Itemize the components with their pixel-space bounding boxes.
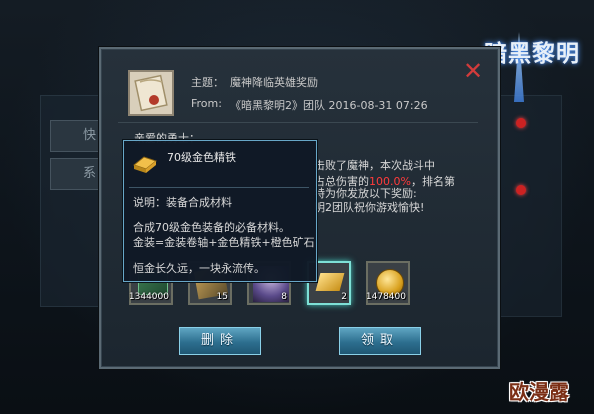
- reward-count: 1478400: [365, 292, 406, 302]
- reward-count: 8: [281, 292, 287, 302]
- subject-label: 主题：: [191, 76, 224, 89]
- reward-count: 15: [216, 292, 228, 302]
- tooltip-line: 合成70级金色装备的必备材料。: [133, 221, 290, 234]
- from-label: From:: [191, 97, 222, 110]
- mail-body-line: 击败了魔神，本次战斗中: [314, 159, 435, 172]
- notification-dot: [516, 185, 526, 195]
- reward-count: 1344000: [128, 292, 169, 302]
- mail-body-line: 明2团队祝你游戏愉快!: [314, 201, 425, 214]
- reward-item[interactable]: 1478400: [366, 261, 410, 305]
- close-icon[interactable]: ✕: [461, 59, 485, 83]
- tooltip-title: 70级金色精铁: [167, 151, 236, 164]
- tooltip-line: 金装=金装卷轴+金色精铁+橙色矿石: [133, 236, 315, 249]
- delete-button[interactable]: 删除: [179, 327, 261, 355]
- watermark: 欧漫露: [509, 380, 569, 404]
- mail-scroll-icon: [128, 70, 174, 116]
- tooltip-divider: [129, 187, 309, 188]
- claim-button[interactable]: 领取: [339, 327, 421, 355]
- mail-body-fragment: ，排名第: [410, 175, 455, 188]
- golden-iron-icon: [130, 147, 160, 177]
- background-right-panel: [490, 95, 562, 317]
- divider: [118, 122, 478, 123]
- tooltip-description: 说明：装备合成材料: [133, 196, 232, 209]
- mail-subject: 魔神降临英雄奖励: [230, 76, 318, 89]
- notification-dot: [516, 118, 526, 128]
- reward-count: 2: [341, 292, 347, 302]
- tooltip-flavor-text: 恒金长久远，一块永流传。: [133, 262, 265, 275]
- golden-iron-icon: [315, 273, 345, 291]
- mail-sender: 《暗黑黎明2》团队 2016-08-31 07:26: [230, 99, 428, 112]
